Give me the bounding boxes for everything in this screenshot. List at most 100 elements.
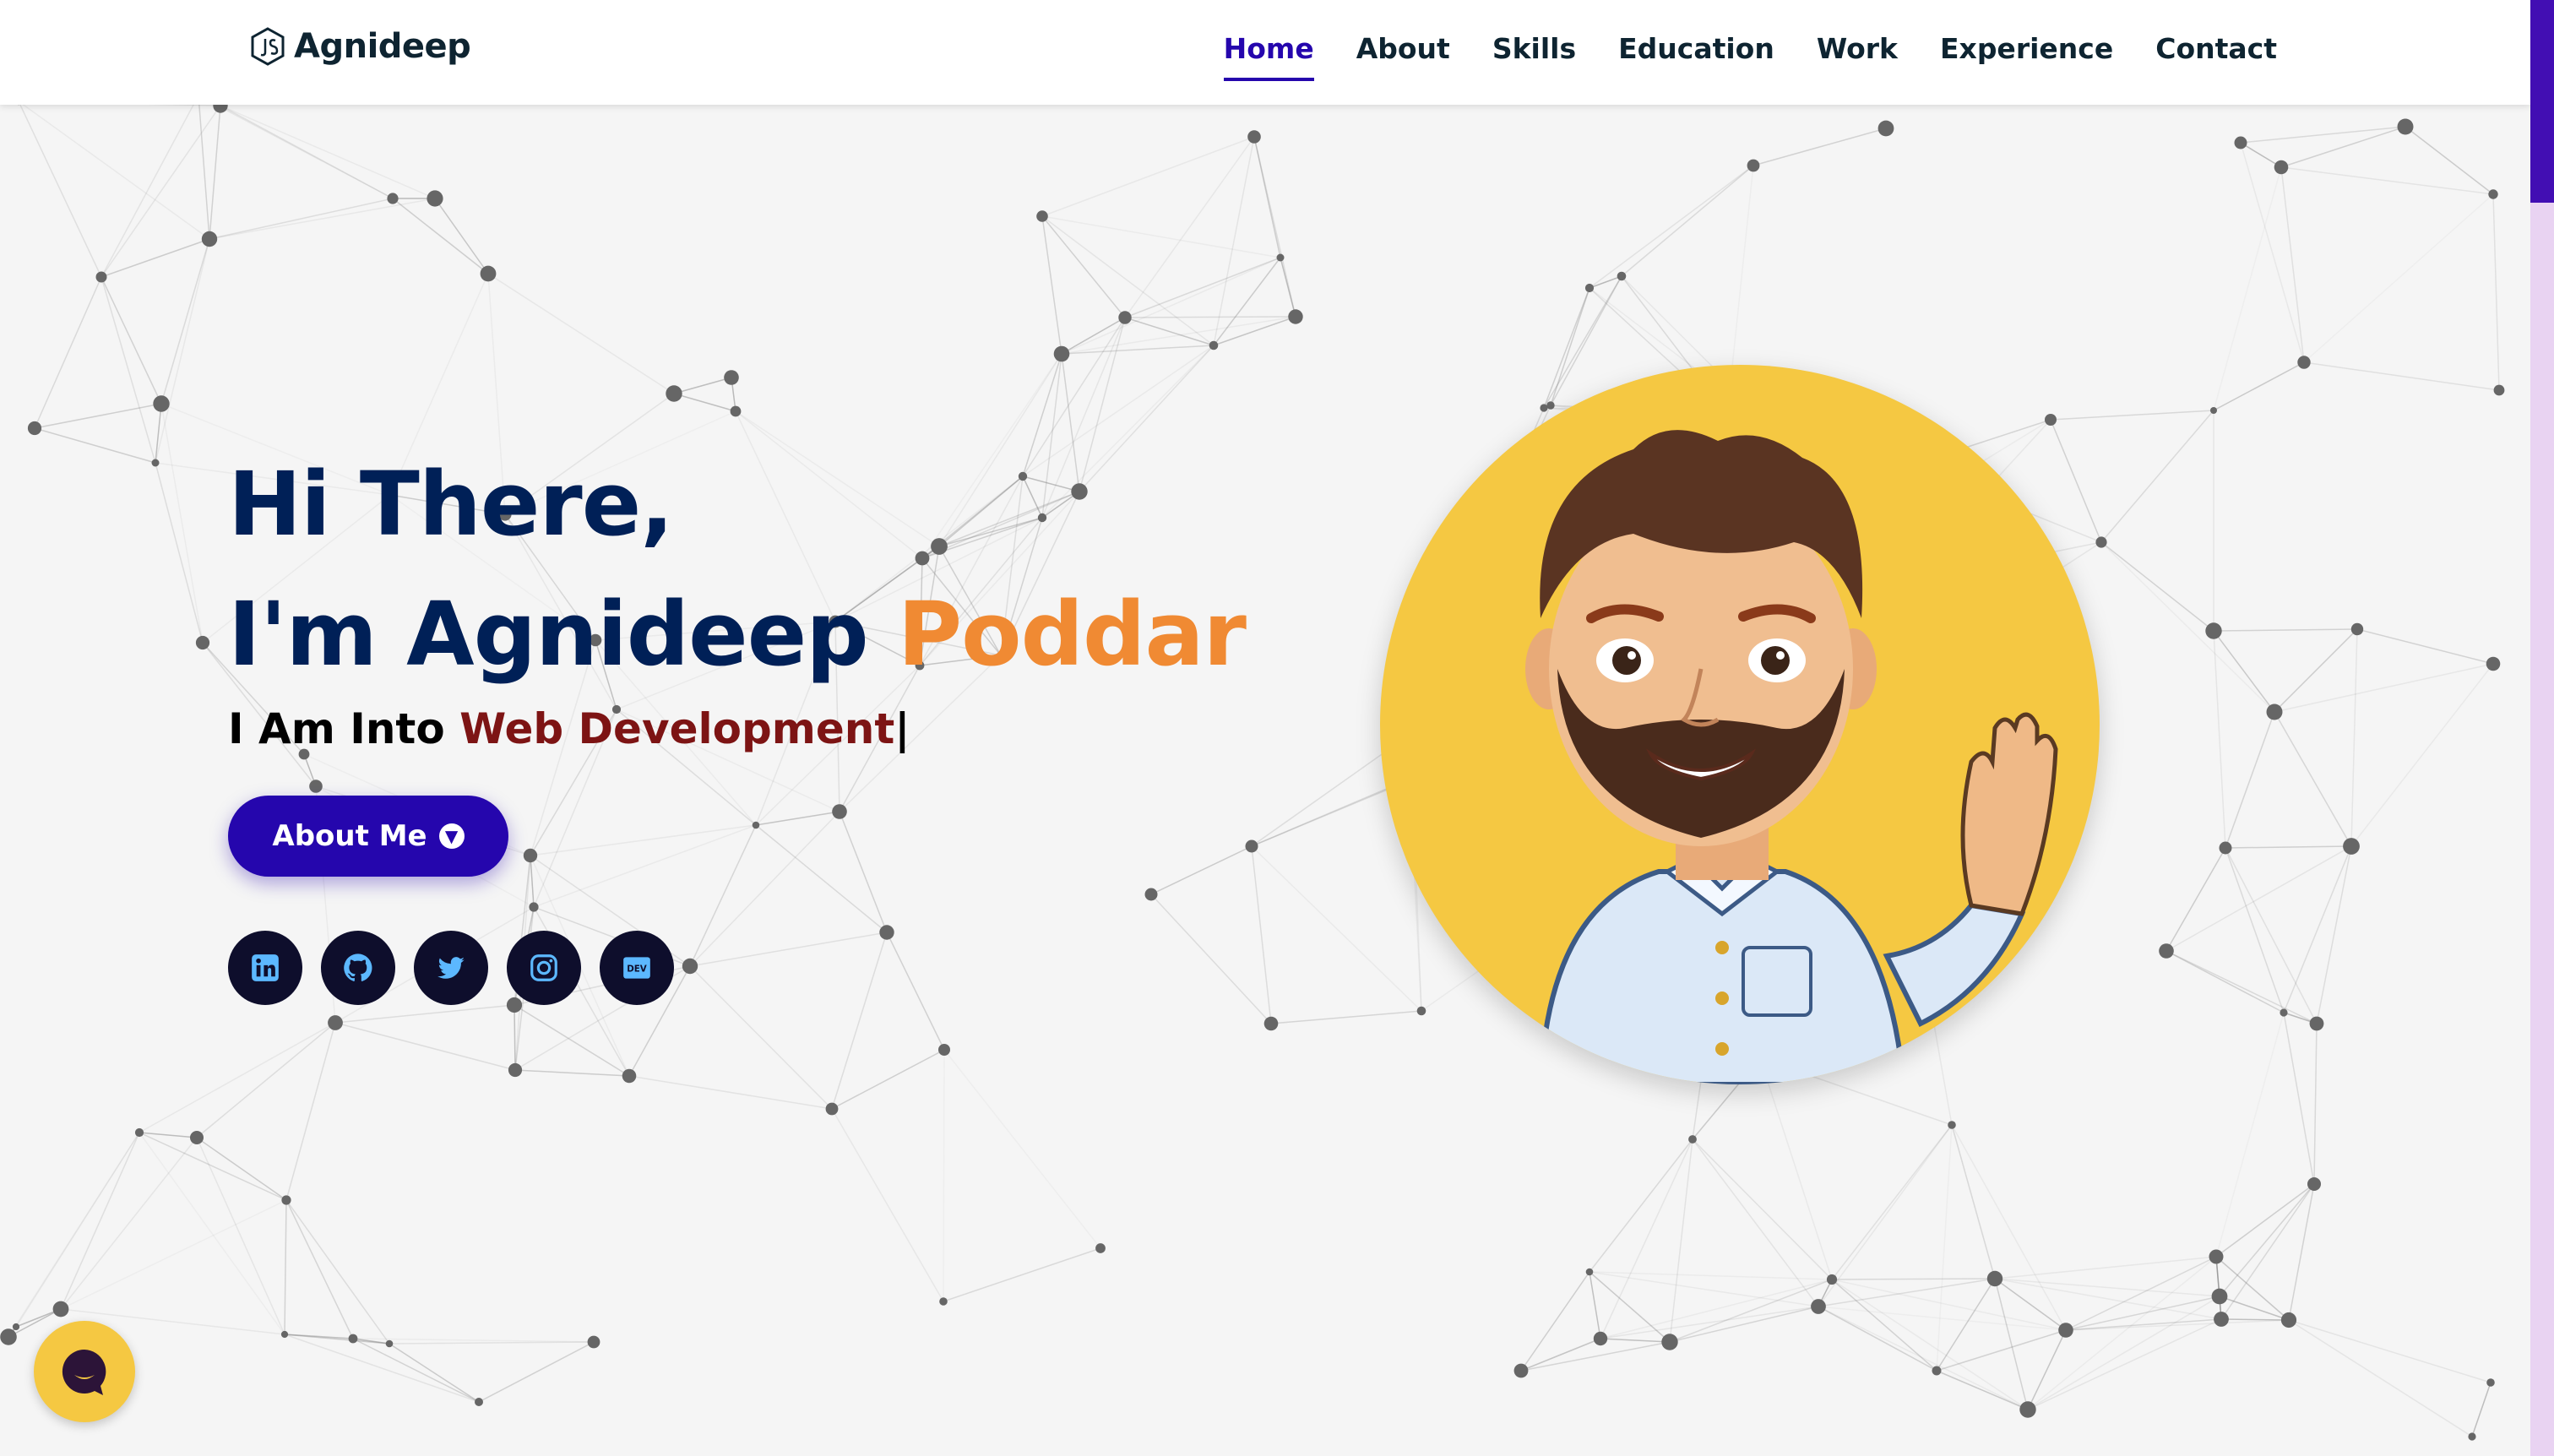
network-node: [1585, 1268, 1594, 1276]
network-node: [151, 459, 160, 467]
nav-experience[interactable]: Experience: [1940, 30, 2113, 81]
network-node: [385, 1339, 394, 1348]
logo-text: Agnideep: [294, 27, 471, 66]
network-node: [52, 1301, 69, 1317]
network-node: [2307, 1177, 2321, 1191]
network-node: [2209, 1249, 2224, 1264]
navbar: Agnideep Home About Skills Education Wor…: [0, 0, 2530, 105]
nav-about[interactable]: About: [1356, 30, 1450, 81]
network-node: [134, 1127, 144, 1138]
network-node: [2488, 189, 2498, 199]
network-node: [1811, 1299, 1826, 1314]
network-node: [195, 635, 210, 650]
network-node: [2297, 356, 2311, 369]
network-node: [1118, 311, 1132, 324]
network-node: [730, 405, 742, 417]
network-node: [1546, 401, 1555, 410]
network-node: [281, 1195, 291, 1205]
linkedin-link[interactable]: [228, 931, 302, 1005]
network-node: [2468, 1432, 2476, 1441]
network-node: [1948, 1121, 1956, 1129]
main-nav: Home About Skills Education Work Experie…: [1223, 30, 2277, 81]
nav-education[interactable]: Education: [1618, 30, 1774, 81]
network-node: [427, 190, 443, 207]
network-node: [1245, 839, 1258, 853]
network-node: [2350, 622, 2364, 636]
network-node: [95, 271, 107, 283]
network-node: [0, 1328, 17, 1345]
network-node: [939, 1297, 948, 1306]
chat-icon: [62, 1349, 106, 1395]
network-node: [190, 1131, 204, 1144]
network-node: [1036, 210, 1048, 222]
svg-text:DEV: DEV: [627, 964, 647, 974]
greeting: Hi There,: [228, 453, 674, 556]
network-node: [2280, 1008, 2288, 1017]
typed-cursor: |: [894, 704, 910, 753]
network-node: [2234, 136, 2247, 149]
about-me-button[interactable]: About Me ▼: [228, 796, 508, 877]
nav-work[interactable]: Work: [1817, 30, 1898, 81]
network-node: [1209, 340, 1219, 350]
network-node: [2397, 118, 2414, 135]
network-node: [2211, 1288, 2228, 1305]
network-node: [1986, 1270, 2003, 1287]
github-link[interactable]: [321, 931, 395, 1005]
network-node: [2486, 656, 2501, 671]
network-node: [2280, 1312, 2297, 1328]
hero-heading: Hi There, I'm Agnideep Poddar: [228, 439, 1247, 699]
typed-role: Web Development: [459, 704, 895, 753]
typed-prefix: I Am Into: [228, 704, 460, 753]
nav-home[interactable]: Home: [1223, 30, 1314, 81]
avatar-image: [1380, 365, 2100, 1084]
network-node: [2309, 1016, 2324, 1031]
network-node: [280, 1330, 289, 1339]
network-node: [1617, 271, 1627, 281]
network-node: [2219, 841, 2232, 855]
dev-link[interactable]: DEV: [600, 931, 674, 1005]
about-me-label: About Me: [272, 819, 427, 853]
network-node: [2266, 704, 2283, 720]
network-node: [480, 265, 497, 282]
network-node: [1584, 283, 1595, 293]
instagram-link[interactable]: [507, 931, 581, 1005]
twitter-link[interactable]: [414, 931, 488, 1005]
network-node: [622, 1068, 637, 1084]
nav-contact[interactable]: Contact: [2155, 30, 2277, 81]
network-node: [666, 385, 682, 402]
network-node: [2045, 414, 2057, 426]
network-node: [1263, 1016, 1279, 1031]
network-node: [2343, 838, 2360, 855]
network-node: [1932, 1366, 1942, 1376]
network-node: [153, 395, 170, 412]
network-node: [724, 370, 739, 385]
network-node: [1416, 1006, 1426, 1016]
network-node: [938, 1044, 950, 1056]
network-node: [2019, 1401, 2036, 1418]
intro-name-highlight: Poddar: [897, 583, 1247, 686]
nav-skills[interactable]: Skills: [1492, 30, 1576, 81]
logo[interactable]: Agnideep: [250, 27, 471, 66]
chat-widget-button[interactable]: [34, 1321, 135, 1422]
network-node: [2159, 943, 2174, 959]
network-node: [825, 1102, 839, 1116]
network-node: [1661, 1334, 1678, 1350]
scrollbar-thumb[interactable]: [2530, 0, 2554, 203]
scrollbar-track[interactable]: [2530, 0, 2554, 1456]
network-node: [2493, 384, 2505, 396]
network-node: [2210, 407, 2217, 414]
twitter-icon: [437, 957, 465, 979]
network-node: [1747, 159, 1760, 172]
network-node: [1247, 130, 1261, 144]
network-node: [328, 1015, 343, 1030]
linkedin-icon: [252, 954, 279, 981]
network-node: [387, 193, 399, 204]
js-hexagon-icon: [251, 27, 285, 66]
network-node: [587, 1335, 600, 1349]
network-node: [2205, 622, 2222, 639]
network-node: [1276, 253, 1285, 262]
network-node: [12, 1323, 20, 1331]
network-node: [2058, 1323, 2073, 1338]
network-node: [1826, 1274, 1838, 1285]
network-node: [508, 1062, 523, 1078]
